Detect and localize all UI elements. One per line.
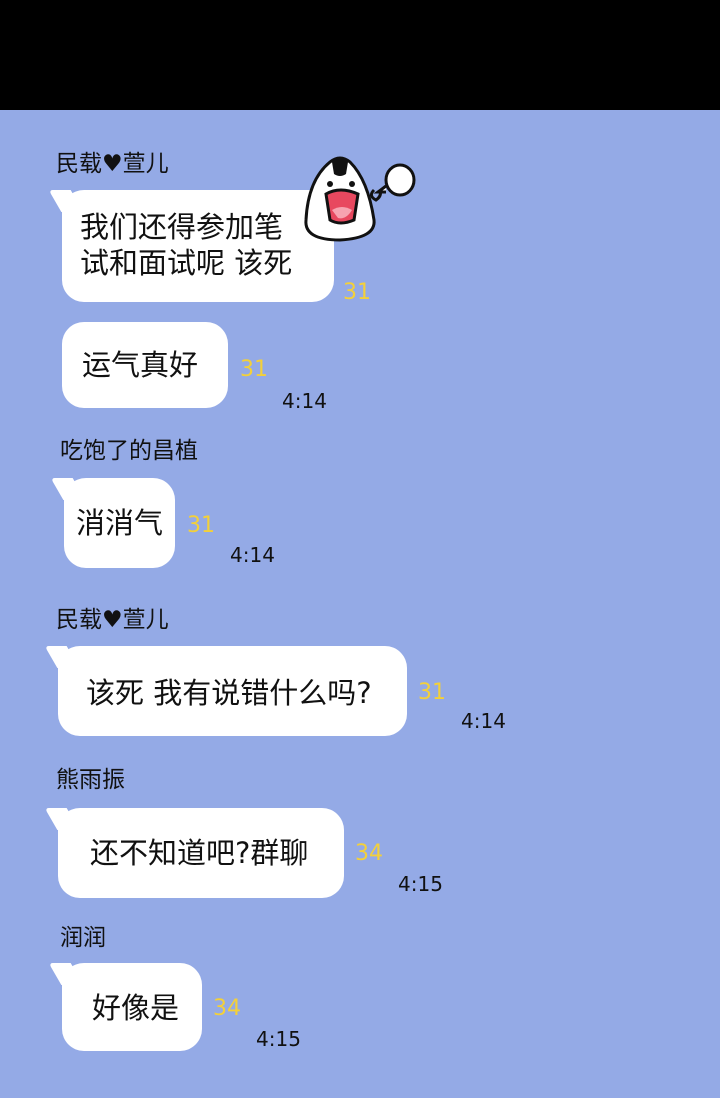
message-text-line: 消消气 — [76, 506, 164, 540]
message-bubble[interactable]: 运气真好 — [62, 322, 228, 408]
message-bubble[interactable]: 消消气 — [50, 478, 175, 568]
bubble-tail — [48, 963, 84, 985]
message-text-line: 好像是 — [92, 991, 180, 1025]
sender-name: 润润 — [60, 925, 106, 951]
message-text-line: 还不知道吧?群聊 — [90, 836, 309, 870]
read-count: 31 — [240, 357, 268, 382]
message-time: 4:15 — [256, 1027, 301, 1051]
read-count: 31 — [343, 280, 371, 305]
bubble-tail — [44, 808, 80, 830]
message-bubble[interactable]: 我们还得参加笔 试和面试呢 该死 — [48, 190, 334, 302]
sender-name: 民载♥萱儿 — [56, 151, 169, 177]
sender-name: 熊雨振 — [56, 767, 125, 793]
message-bubble[interactable]: 还不知道吧?群聊 — [44, 808, 344, 898]
sender-name: 吃饱了的昌植 — [60, 438, 198, 464]
top-black-bar — [0, 0, 720, 110]
read-count: 31 — [187, 513, 215, 538]
message-bubble[interactable]: 好像是 — [48, 963, 202, 1051]
message-text-line: 我们还得参加笔 — [80, 210, 284, 244]
read-count: 34 — [355, 841, 383, 866]
message-text-line: 试和面试呢 该死 — [80, 246, 293, 280]
sender-name: 民载♥萱儿 — [56, 607, 169, 633]
message-text-line: 运气真好 — [82, 348, 199, 382]
bubble-tail — [48, 190, 84, 212]
message-time: 4:14 — [230, 543, 275, 567]
message-time: 4:14 — [282, 389, 327, 413]
angry-onigiri-sticker — [304, 156, 416, 242]
bubble-tail — [50, 478, 86, 500]
message-text-line: 该死 我有说错什么吗? — [86, 676, 372, 710]
read-count: 34 — [213, 996, 241, 1021]
message-bubble[interactable]: 该死 我有说错什么吗? — [44, 646, 407, 736]
read-count: 31 — [418, 680, 446, 705]
message-time: 4:14 — [461, 709, 506, 733]
message-time: 4:15 — [398, 872, 443, 896]
bubble-tail — [44, 646, 80, 668]
